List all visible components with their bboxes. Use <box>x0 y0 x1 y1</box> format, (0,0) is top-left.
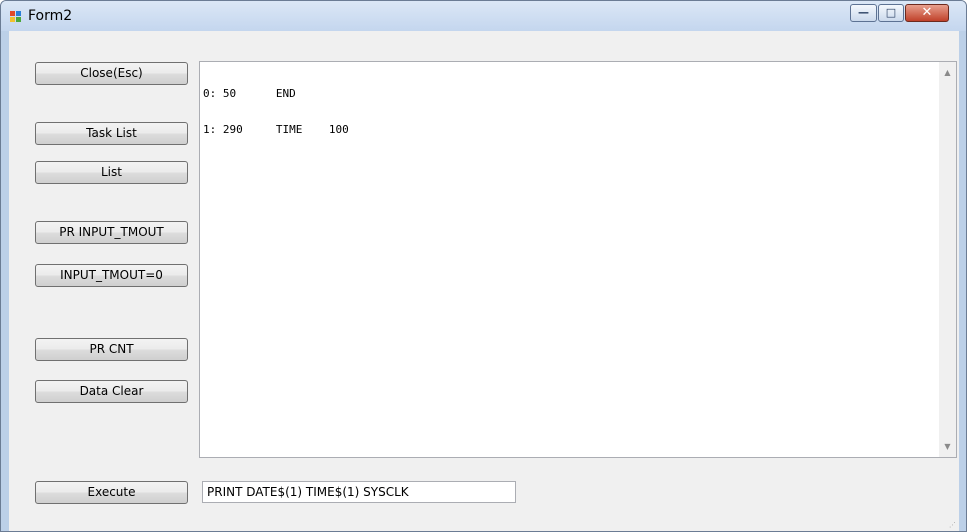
pr-input-tmout-button[interactable]: PR INPUT_TMOUT <box>35 221 188 244</box>
resize-grip-icon[interactable]: ⋰ <box>949 521 957 529</box>
form-icon <box>10 11 22 23</box>
input-tmout-zero-button[interactable]: INPUT_TMOUT=0 <box>35 264 188 287</box>
output-textarea[interactable]: 0: 50 END 1: 290 TIME 100 ▲ ▼ <box>199 61 957 458</box>
maximize-icon: □ <box>885 6 897 19</box>
close-icon: ✕ <box>921 5 933 20</box>
output-line: 0: 50 END <box>203 87 296 100</box>
close-window-button[interactable]: ✕ <box>905 4 949 22</box>
arrow-up-icon[interactable]: ▲ <box>939 64 956 81</box>
close-button[interactable]: Close(Esc) <box>35 62 188 85</box>
data-clear-button[interactable]: Data Clear <box>35 380 188 403</box>
pr-cnt-button[interactable]: PR CNT <box>35 338 188 361</box>
title-bar[interactable]: Form2 — □ ✕ <box>1 1 966 31</box>
minimize-button[interactable]: — <box>850 4 877 22</box>
minimize-icon: — <box>858 6 869 19</box>
vertical-scrollbar[interactable]: ▲ ▼ <box>939 62 956 457</box>
output-lines: 0: 50 END 1: 290 TIME 100 <box>203 64 349 160</box>
arrow-down-icon[interactable]: ▼ <box>939 438 956 455</box>
app-window: Form2 — □ ✕ Close(Esc) Task List List PR… <box>0 0 967 532</box>
task-list-button[interactable]: Task List <box>35 122 188 145</box>
client-area: Close(Esc) Task List List PR INPUT_TMOUT… <box>9 31 959 531</box>
command-input[interactable] <box>202 481 516 503</box>
list-button[interactable]: List <box>35 161 188 184</box>
execute-button[interactable]: Execute <box>35 481 188 504</box>
output-line: 1: 290 TIME 100 <box>203 123 349 136</box>
maximize-button[interactable]: □ <box>878 4 904 22</box>
window-title: Form2 <box>28 8 73 24</box>
